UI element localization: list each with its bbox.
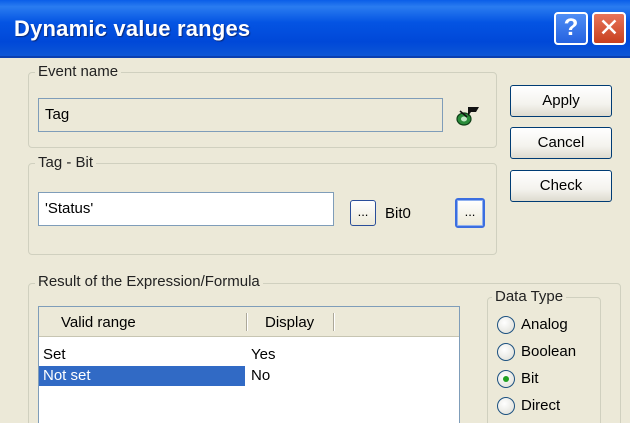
event-name-label: Event name bbox=[35, 64, 122, 80]
tag-bit-label: Tag - Bit bbox=[35, 155, 97, 171]
title-bar: Dynamic value ranges ? ✕ bbox=[0, 0, 630, 58]
radio-circle-icon bbox=[497, 316, 515, 334]
close-button[interactable]: ✕ bbox=[592, 12, 626, 45]
radio-circle-icon bbox=[497, 343, 515, 361]
column-valid-range[interactable]: Valid range bbox=[61, 314, 136, 331]
result-label: Result of the Expression/Formula bbox=[35, 274, 263, 290]
tag-browse-button[interactable]: ... bbox=[350, 200, 376, 226]
tag-select-icon[interactable] bbox=[455, 103, 481, 127]
radio-checked-icon bbox=[497, 370, 515, 388]
window-title: Dynamic value ranges bbox=[14, 16, 251, 41]
radio-circle-icon bbox=[497, 397, 515, 415]
column-display[interactable]: Display bbox=[265, 314, 314, 331]
list-header: Valid range Display bbox=[39, 307, 459, 337]
data-type-label: Data Type bbox=[492, 289, 567, 305]
valid-range-list[interactable]: Valid range Display Set Yes Not set No bbox=[38, 306, 460, 423]
tag-input[interactable]: 'Status' bbox=[38, 192, 334, 226]
column-divider[interactable] bbox=[246, 313, 248, 331]
event-name-field: Tag bbox=[38, 98, 443, 132]
close-icon: ✕ bbox=[598, 14, 620, 42]
check-button[interactable]: Check bbox=[510, 170, 612, 202]
help-icon: ? bbox=[563, 14, 579, 41]
list-row-selected[interactable]: Not set No bbox=[39, 366, 459, 386]
column-divider[interactable] bbox=[333, 313, 335, 331]
bit-label: Bit0 bbox=[385, 205, 411, 222]
bit-browse-button[interactable]: ... bbox=[455, 198, 485, 228]
apply-button[interactable]: Apply bbox=[510, 85, 612, 117]
help-button[interactable]: ? bbox=[554, 12, 588, 45]
cancel-button[interactable]: Cancel bbox=[510, 127, 612, 159]
list-row[interactable]: Set Yes bbox=[39, 345, 459, 365]
